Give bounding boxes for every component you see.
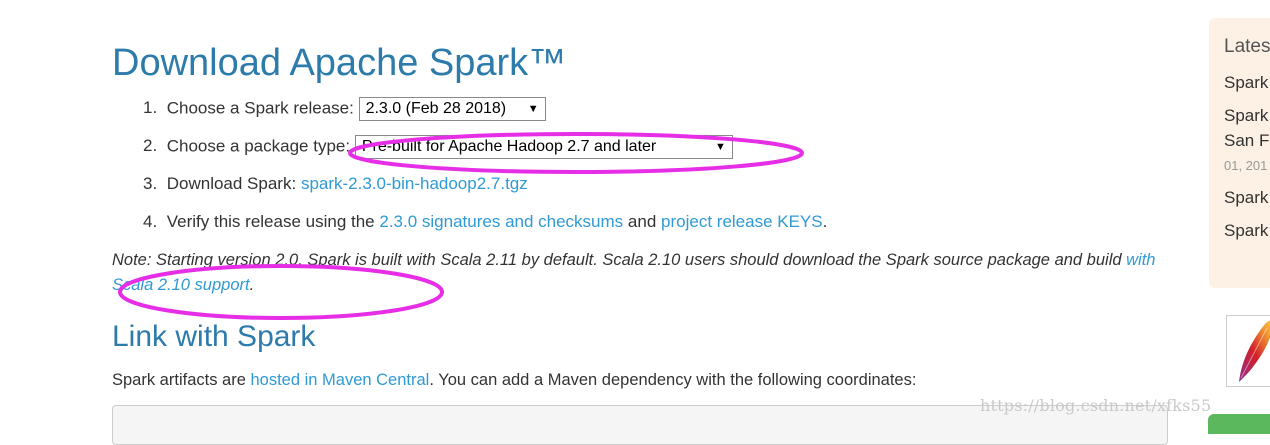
download-action-button[interactable] bbox=[1208, 414, 1270, 434]
step-number: 4. bbox=[143, 212, 158, 231]
apache-logo-box[interactable] bbox=[1226, 315, 1270, 387]
watermark-text: https://blog.csdn.net/xfks55 bbox=[980, 396, 1212, 415]
release-keys-link[interactable]: project release KEYS bbox=[661, 212, 823, 231]
dropdown-arrow-icon: ▼ bbox=[527, 103, 539, 115]
step-connector: and bbox=[627, 212, 657, 231]
step-label: Download Spark: bbox=[166, 174, 297, 193]
signatures-link[interactable]: 2.3.0 signatures and checksums bbox=[379, 212, 623, 231]
release-select[interactable]: 2.3.0 (Feb 28 2018) ▼ bbox=[358, 97, 546, 121]
maven-paragraph: Spark artifacts are hosted in Maven Cent… bbox=[112, 369, 916, 391]
note-text: Note: Starting version 2.0, Spark is bui… bbox=[112, 251, 1122, 269]
sidebar-news-date: 01, 201 bbox=[1224, 158, 1268, 173]
latest-news-sidebar: Lates Spark Spark San F 01, 201 Spark Sp… bbox=[1209, 18, 1270, 288]
package-type-select-value: Pre-built for Apache Hadoop 2.7 and late… bbox=[361, 138, 657, 155]
maven-text-after: . You can add a Maven dependency with th… bbox=[429, 371, 917, 389]
step-label: Choose a Spark release: bbox=[166, 98, 354, 118]
step-label: Verify this release using the bbox=[166, 212, 375, 231]
step-number: 2. bbox=[143, 136, 158, 156]
step-download: 3. Download Spark: spark-2.3.0-bin-hadoo… bbox=[143, 173, 528, 195]
step-label: Choose a package type: bbox=[166, 136, 351, 156]
sidebar-news-item[interactable]: Spark bbox=[1224, 106, 1268, 126]
page-title: Download Apache Spark™ bbox=[112, 42, 567, 84]
package-type-select[interactable]: Pre-built for Apache Hadoop 2.7 and late… bbox=[354, 135, 733, 159]
release-select-value: 2.3.0 (Feb 28 2018) bbox=[365, 100, 507, 117]
sidebar-news-item[interactable]: Spark bbox=[1224, 221, 1268, 241]
step-number: 3. bbox=[143, 174, 158, 193]
link-with-spark-heading: Link with Spark bbox=[112, 320, 316, 353]
step-choose-release: 1. Choose a Spark release: 2.3.0 (Feb 28… bbox=[143, 97, 546, 121]
note-period: . bbox=[249, 276, 255, 294]
step-number: 1. bbox=[143, 98, 158, 118]
step-period: . bbox=[822, 212, 828, 231]
step-verify: 4. Verify this release using the 2.3.0 s… bbox=[143, 211, 827, 233]
apache-feather-icon bbox=[1239, 320, 1270, 382]
sidebar-title: Lates bbox=[1224, 36, 1270, 57]
maven-central-link[interactable]: hosted in Maven Central bbox=[250, 371, 429, 389]
sidebar-news-item[interactable]: Spark bbox=[1224, 73, 1268, 93]
maven-text-before: Spark artifacts are bbox=[112, 371, 246, 389]
sidebar-news-item[interactable]: San F bbox=[1224, 131, 1269, 151]
scala-note: Note: Starting version 2.0, Spark is bui… bbox=[112, 248, 1157, 298]
step-choose-package: 2. Choose a package type: Pre-built for … bbox=[143, 135, 733, 159]
dropdown-arrow-icon: ▼ bbox=[714, 141, 726, 153]
sidebar-news-item[interactable]: Spark bbox=[1224, 188, 1268, 208]
download-link[interactable]: spark-2.3.0-bin-hadoop2.7.tgz bbox=[301, 174, 528, 193]
